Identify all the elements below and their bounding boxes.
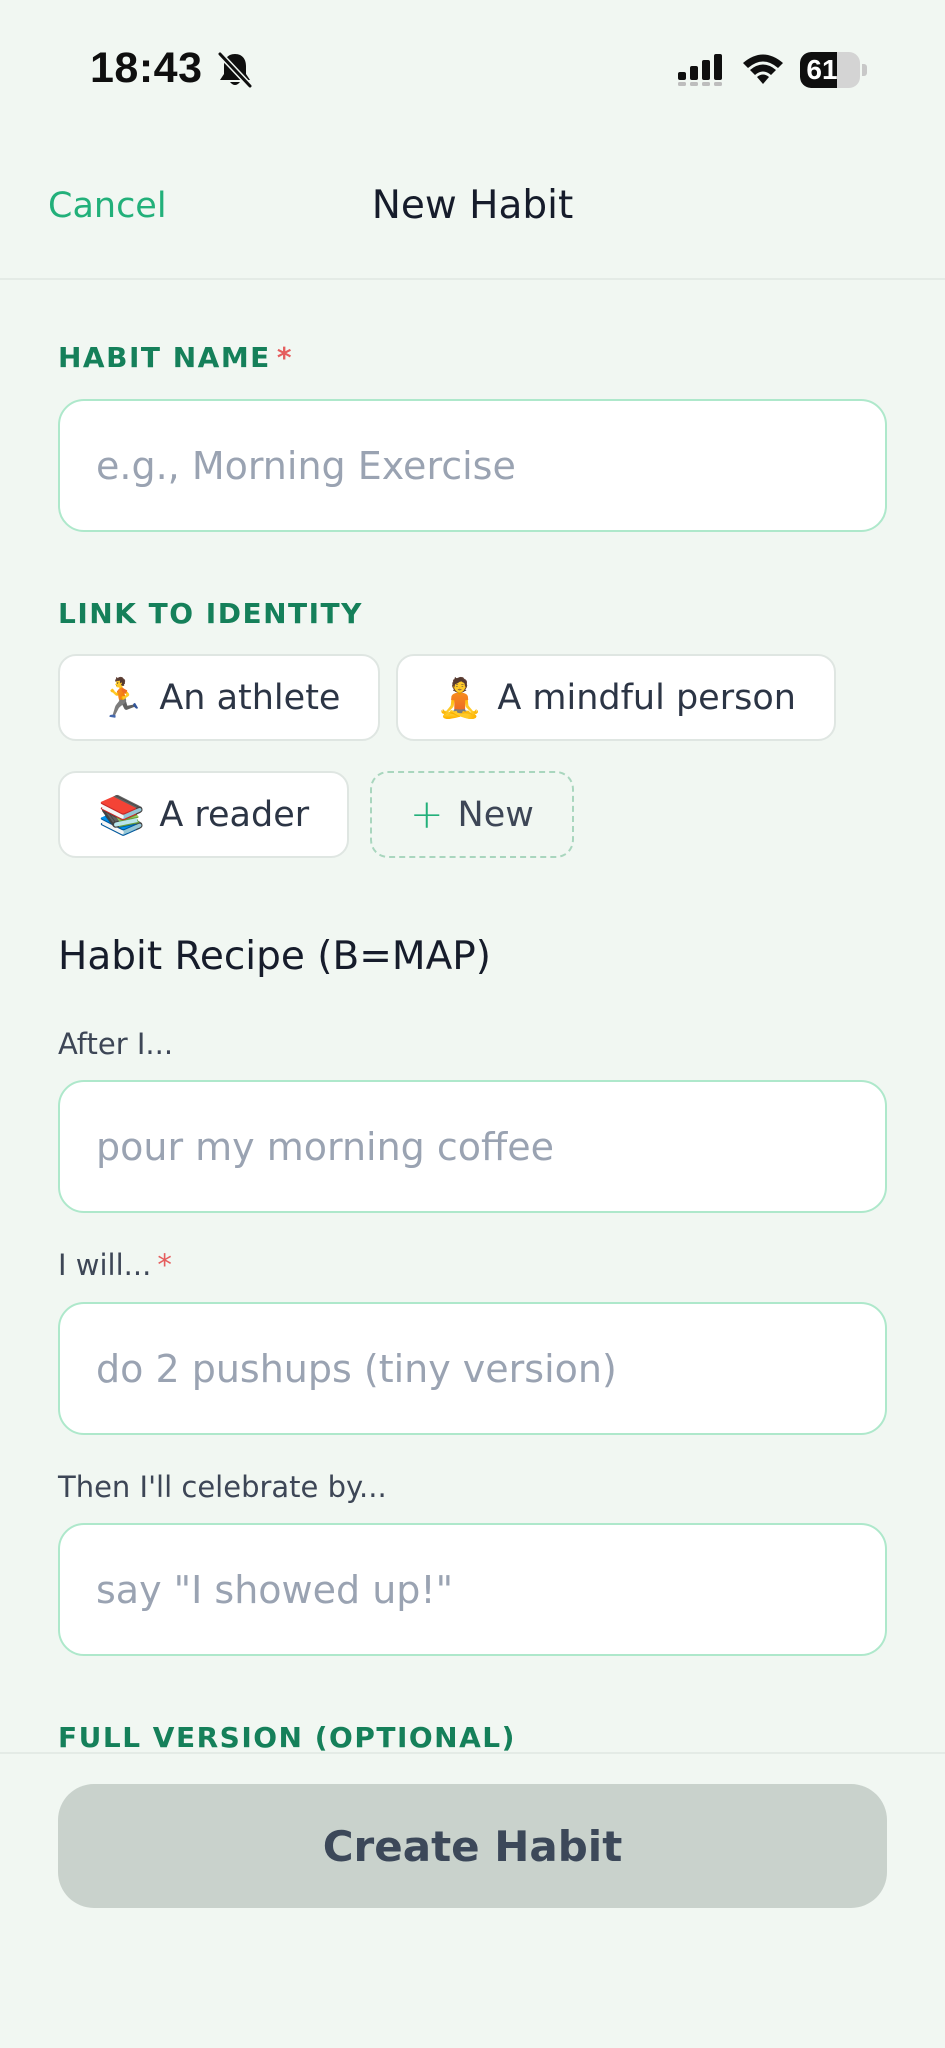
create-habit-button[interactable]: Create Habit xyxy=(58,1784,887,1908)
required-indicator: * xyxy=(276,341,293,374)
chip-label: A reader xyxy=(159,794,310,835)
identity-chip-reader[interactable]: 📚 A reader xyxy=(58,771,350,858)
full-version-label: FULL VERSION (OPTIONAL) xyxy=(58,1721,516,1754)
bottom-divider xyxy=(0,1752,945,1754)
battery-percentage: 61 xyxy=(806,54,838,85)
after-label: After I... xyxy=(58,1027,174,1061)
page-title: New Habit xyxy=(371,183,574,228)
nav-divider xyxy=(0,278,945,280)
identity-chip-athlete[interactable]: 🏃 An athlete xyxy=(58,654,381,741)
celebrate-input[interactable] xyxy=(58,1523,887,1656)
will-label: I will... * xyxy=(58,1248,172,1282)
link-identity-label: LINK TO IDENTITY xyxy=(58,597,363,630)
wifi-icon xyxy=(743,54,783,84)
chip-label: A mindful person xyxy=(497,677,796,718)
habit-name-label: HABIT NAME * xyxy=(58,341,293,374)
status-time: 18:43 xyxy=(90,44,203,92)
habit-name-input[interactable] xyxy=(58,399,887,532)
celebrate-label: Then I'll celebrate by... xyxy=(58,1470,387,1504)
after-input[interactable] xyxy=(58,1080,887,1213)
books-icon: 📚 xyxy=(98,792,146,837)
will-input[interactable] xyxy=(58,1302,887,1435)
new-identity-label: New xyxy=(457,794,534,835)
cellular-signal-icon xyxy=(678,54,722,86)
battery-icon: 61 xyxy=(800,52,868,88)
bell-slash-icon xyxy=(217,51,253,89)
identity-chip-mindful-person[interactable]: 🧘 A mindful person xyxy=(396,654,836,741)
meditation-icon: 🧘 xyxy=(436,675,484,720)
new-identity-button[interactable]: + New xyxy=(370,771,574,858)
habit-recipe-title: Habit Recipe (B=MAP) xyxy=(58,934,491,979)
runner-icon: 🏃 xyxy=(98,675,146,720)
chip-label: An athlete xyxy=(159,677,341,718)
required-indicator: * xyxy=(157,1248,172,1282)
plus-icon: + xyxy=(410,791,444,838)
